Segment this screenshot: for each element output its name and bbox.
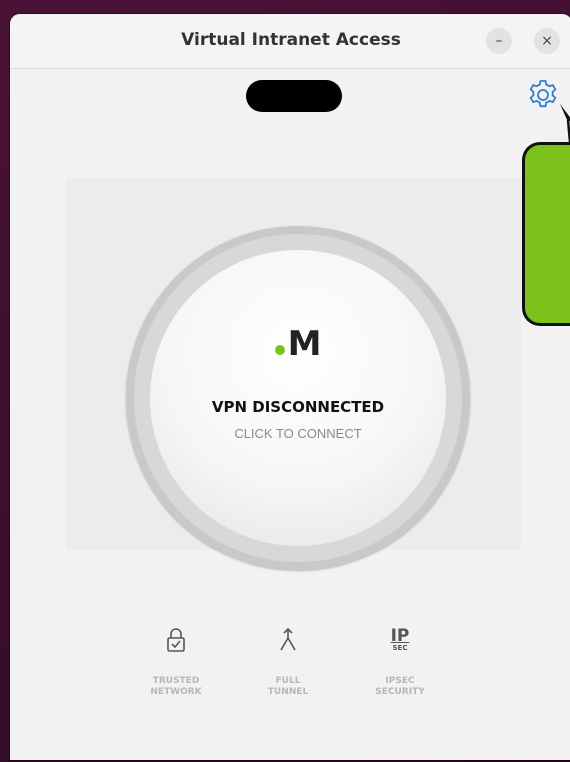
brand-logo: M bbox=[150, 324, 446, 364]
feature-full-tunnel: FULL TUNNEL bbox=[240, 624, 336, 698]
minimize-button[interactable]: – bbox=[486, 28, 512, 54]
brand-letter: M bbox=[287, 324, 322, 364]
feature-label: TRUSTED NETWORK bbox=[150, 676, 202, 697]
tunnel-split-icon bbox=[280, 627, 296, 651]
annotation-callout bbox=[522, 142, 570, 326]
feature-indicators: TRUSTED NETWORK FULL TUNNEL IP SEC IPSEC… bbox=[128, 624, 448, 704]
close-button[interactable]: × bbox=[534, 28, 560, 54]
callout-pointer bbox=[560, 104, 570, 142]
connect-ring: M VPN DISCONNECTED CLICK TO CONNECT bbox=[126, 226, 470, 570]
feature-trusted-network: TRUSTED NETWORK bbox=[128, 624, 224, 698]
redacted-account-pill bbox=[246, 80, 342, 112]
feature-label: FULL TUNNEL bbox=[267, 676, 309, 697]
connect-hint-text: CLICK TO CONNECT bbox=[234, 426, 362, 441]
gear-icon[interactable] bbox=[526, 78, 560, 112]
title-bar: Virtual Intranet Access – × bbox=[10, 14, 570, 69]
connect-button[interactable]: M VPN DISCONNECTED CLICK TO CONNECT bbox=[150, 250, 446, 546]
feature-label: IPSEC SECURITY bbox=[375, 676, 425, 697]
lock-check-icon bbox=[167, 628, 185, 652]
ipsec-icon: IP SEC bbox=[390, 626, 410, 652]
brand-dot bbox=[274, 345, 285, 355]
connect-panel: M VPN DISCONNECTED CLICK TO CONNECT bbox=[66, 178, 521, 570]
vpn-app-window: Virtual Intranet Access – × M VPN DISCON… bbox=[10, 14, 570, 760]
feature-ipsec-security: IP SEC IPSEC SECURITY bbox=[352, 624, 448, 698]
vpn-status-text: VPN DISCONNECTED bbox=[211, 398, 385, 416]
